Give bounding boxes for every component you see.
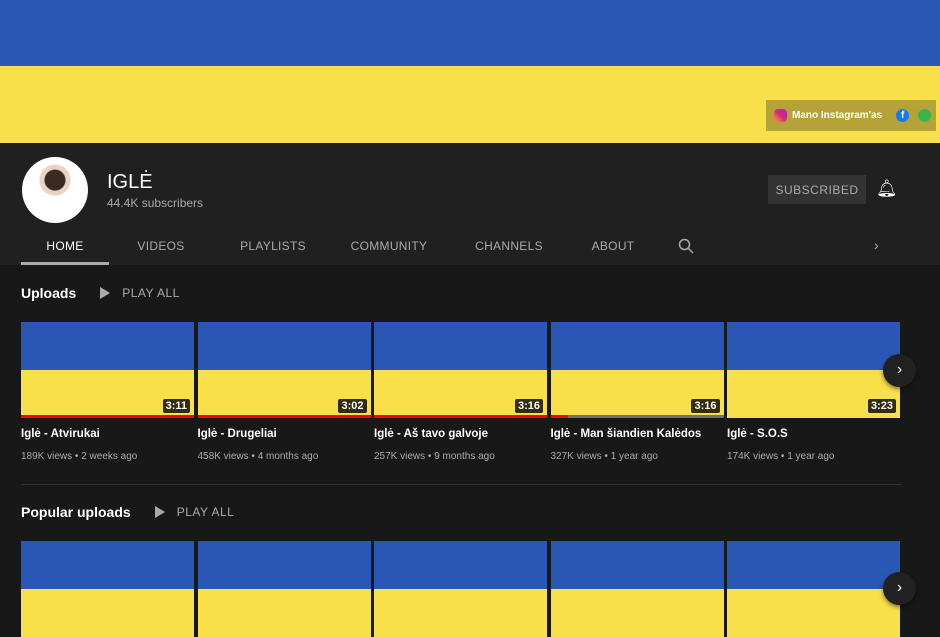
video-meta: 189K views • 2 weeks ago	[21, 451, 138, 462]
video-card[interactable]: 3:11 Iglė - Atvirukai 189K views • 2 wee…	[21, 322, 194, 462]
video-thumbnail[interactable]: 3:23	[727, 322, 900, 418]
channel-name: IGLĖ	[107, 171, 153, 193]
video-thumbnail[interactable]: 3:11	[21, 322, 194, 418]
watch-progress-bar	[21, 415, 194, 418]
instagram-icon[interactable]	[774, 109, 787, 122]
duration-badge: 3:23	[867, 399, 896, 413]
video-card[interactable]	[550, 541, 724, 637]
video-card[interactable]: 3:02 Iglė - Drugeliai 458K views • 4 mon…	[197, 322, 371, 462]
next-arrow-button[interactable]: ›	[883, 572, 916, 605]
video-card[interactable]: 3:23 Iglė - S.O.S 174K views • 1 year ag…	[727, 322, 900, 462]
bell-icon[interactable]: 🔔︎	[876, 179, 898, 199]
video-thumbnail[interactable]	[727, 541, 900, 637]
video-thumbnail[interactable]: 3:16	[550, 322, 724, 418]
video-meta: 257K views • 9 months ago	[374, 451, 495, 462]
popular-section-header: Popular uploads PLAY ALL	[21, 504, 234, 520]
duration-badge: 3:16	[691, 399, 720, 413]
channel-header: IGLĖ 44.4K subscribers SUBSCRIBED 🔔︎ HOM…	[0, 143, 940, 265]
duration-badge: 3:11	[162, 399, 190, 413]
video-title[interactable]: Iglė - S.O.S	[727, 428, 900, 440]
watch-progress-bar	[374, 415, 547, 418]
channel-banner: Mano Instagram'as f	[0, 0, 940, 143]
play-all-label: PLAY ALL	[122, 286, 180, 300]
tab-playlists[interactable]: PLAYLISTS	[227, 229, 319, 265]
section-title: Popular uploads	[21, 504, 131, 520]
video-card[interactable]: 3:16 Iglė - Man šiandien Kalėdos 327K vi…	[550, 322, 724, 462]
video-meta: 174K views • 1 year ago	[727, 451, 835, 462]
popular-row	[21, 541, 900, 637]
watch-progress-bar	[550, 415, 724, 418]
divider	[21, 484, 901, 485]
instagram-link[interactable]: Mano Instagram'as	[792, 110, 882, 121]
banner-links: Mano Instagram'as f	[766, 100, 936, 131]
duration-badge: 3:16	[514, 399, 543, 413]
search-icon[interactable]	[678, 238, 694, 254]
video-thumbnail[interactable]	[21, 541, 194, 637]
subscribed-button[interactable]: SUBSCRIBED	[768, 175, 866, 204]
video-card[interactable]	[727, 541, 900, 637]
tab-channels[interactable]: CHANNELS	[459, 229, 559, 265]
uploads-section-header: Uploads PLAY ALL	[21, 285, 180, 301]
video-meta: 327K views • 1 year ago	[550, 451, 658, 462]
facebook-icon[interactable]: f	[896, 109, 910, 122]
duration-badge: 3:02	[338, 399, 367, 413]
video-card[interactable]	[197, 541, 371, 637]
tab-about[interactable]: ABOUT	[583, 229, 643, 265]
channel-tabs: HOME VIDEOS PLAYLISTS COMMUNITY CHANNELS…	[21, 229, 643, 265]
video-card[interactable]	[374, 541, 547, 637]
watch-progress-fill	[21, 415, 194, 418]
watch-progress-fill	[197, 415, 371, 418]
play-all-button[interactable]: PLAY ALL	[100, 286, 180, 300]
subscriber-count: 44.4K subscribers	[107, 196, 204, 210]
watch-progress-fill	[374, 415, 547, 418]
next-arrow-button[interactable]: ›	[883, 354, 916, 387]
video-thumbnail[interactable]	[374, 541, 547, 637]
video-thumbnail[interactable]	[550, 541, 724, 637]
play-all-button[interactable]: PLAY ALL	[154, 505, 235, 519]
watch-progress-fill	[550, 415, 568, 418]
section-title: Uploads	[21, 285, 77, 301]
uploads-row: 3:11 Iglė - Atvirukai 189K views • 2 wee…	[21, 322, 900, 462]
video-thumbnail[interactable]	[197, 541, 371, 637]
video-meta: 458K views • 4 months ago	[197, 451, 319, 462]
video-thumbnail[interactable]: 3:16	[374, 322, 547, 418]
tab-community[interactable]: COMMUNITY	[339, 229, 439, 265]
chevron-right-icon[interactable]: ›	[874, 237, 879, 253]
video-title[interactable]: Iglė - Drugeliai	[198, 428, 371, 440]
video-title[interactable]: Iglė - Atvirukai	[21, 428, 194, 440]
avatar[interactable]	[22, 157, 88, 223]
watch-progress-bar	[197, 415, 371, 418]
video-card[interactable]	[21, 541, 194, 637]
banner-blue-stripe	[0, 0, 940, 66]
play-all-label: PLAY ALL	[176, 505, 235, 519]
tab-home[interactable]: HOME	[21, 229, 109, 265]
video-title[interactable]: Iglė - Aš tavo galvoje	[374, 428, 547, 440]
spotify-icon[interactable]	[918, 109, 932, 122]
play-icon	[154, 506, 165, 518]
tab-videos[interactable]: VIDEOS	[115, 229, 207, 265]
video-card[interactable]: 3:16 Iglė - Aš tavo galvoje 257K views •…	[374, 322, 547, 462]
play-icon	[100, 287, 111, 299]
video-title[interactable]: Iglė - Man šiandien Kalėdos	[551, 428, 724, 440]
video-thumbnail[interactable]: 3:02	[197, 322, 371, 418]
